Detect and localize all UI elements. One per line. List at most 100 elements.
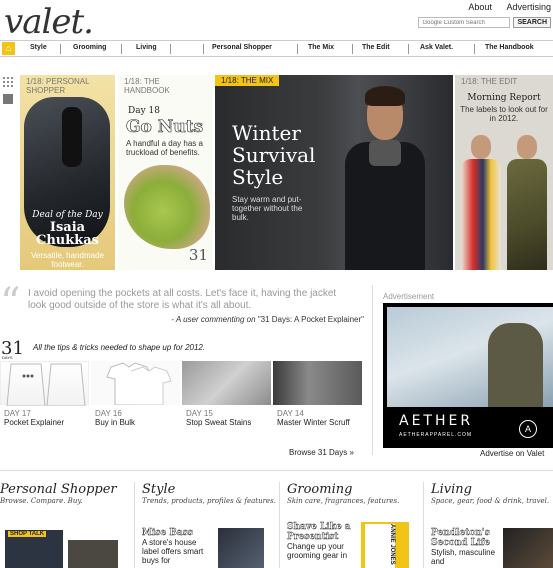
style-article-image[interactable]: [218, 528, 264, 568]
deal-title: Isaia Chukkas: [35, 220, 99, 248]
edit-title: Morning Report: [467, 93, 541, 103]
model-image: [345, 86, 425, 270]
aether-advertisement[interactable]: AETHER AETHERAPPAREL.COM A: [383, 303, 553, 448]
nav-style[interactable]: Style: [30, 44, 47, 51]
top-links: About Advertising: [456, 2, 551, 12]
day-tile[interactable]: DAY 16 Buy in Bulk: [91, 361, 180, 427]
section-title[interactable]: Style: [142, 482, 277, 497]
day-tile[interactable]: DAY 15 Stop Sweat Stains: [182, 361, 271, 427]
panel-tag: 1/18: THE MIX: [215, 75, 280, 86]
section-divider: [0, 470, 553, 471]
home-icon[interactable]: ⌂: [2, 42, 15, 55]
nav-living[interactable]: Living: [136, 44, 157, 51]
panel-tag: 1/18: THE EDIT: [461, 77, 518, 86]
site-logo[interactable]: valet.: [4, 2, 94, 42]
hero-the-mix[interactable]: 1/18: THE MIX Winter Survival Style Stay…: [215, 75, 453, 270]
section-grooming: Grooming Skin care, fragrances, features…: [287, 482, 422, 505]
grid-view-icon[interactable]: [3, 77, 13, 87]
edit-desc: The labels to look out for in 2012.: [460, 105, 548, 123]
product-label: ANNIE JONES: [365, 524, 395, 568]
tshirt-icon: [106, 362, 172, 406]
pistachio-image: [124, 165, 210, 249]
about-link[interactable]: About: [468, 2, 492, 12]
section-subtitle: Skin care, fragrances, features.: [287, 497, 400, 505]
nav-separator: [170, 44, 171, 54]
tile-caption: Stop Sweat Stains: [186, 418, 252, 427]
tile-day: DAY 17: [4, 409, 31, 418]
tile-caption: Pocket Explainer: [4, 418, 65, 427]
search-input[interactable]: [418, 17, 511, 28]
section-subtitle: Space, gear, food & drink, travel.: [431, 497, 550, 505]
model-left-image: [461, 135, 501, 270]
section-style: Style Trends, products, profiles & featu…: [142, 482, 277, 505]
style-article[interactable]: Mise Bass A store's house label offers s…: [142, 528, 214, 565]
nav-separator: [408, 44, 409, 54]
panel-tag: 1/18: PERSONAL SHOPPER: [26, 77, 90, 95]
ad-brand: AETHER: [399, 413, 474, 429]
nav-separator: [297, 44, 298, 54]
article-title: Pendleton's Second Life: [431, 528, 491, 548]
grooming-article[interactable]: Shave Like a Presentist Change up your g…: [287, 522, 359, 560]
article-desc: A store's house label offers smart buys …: [142, 538, 204, 565]
section-title[interactable]: Personal Shopper: [0, 482, 128, 497]
grooming-article-image[interactable]: ANNIE JONES: [361, 522, 409, 568]
handbook-title: Go Nuts: [126, 117, 204, 138]
handbook-31-badge: 31: [188, 246, 208, 264]
section-title[interactable]: Living: [431, 482, 553, 497]
tile-image: [273, 361, 362, 405]
hero-handbook[interactable]: 1/18: THE HANDBOOK Day 18 Go Nuts A hand…: [118, 75, 213, 270]
quote-text: I avoid opening the pockets at all costs…: [28, 288, 337, 311]
search-button[interactable]: SEARCH: [513, 17, 551, 28]
nav-separator: [121, 44, 122, 54]
quote-cite-link[interactable]: "31 Days: A Pocket Explainer": [258, 315, 364, 324]
model-coat: [507, 159, 547, 270]
main-nav: ⌂ Style Grooming Living Personal Shopper…: [0, 40, 553, 57]
31-days-tagline: All the tips & tricks needed to shape up…: [33, 343, 206, 352]
handbook-desc: A handful a day has a truckload of benef…: [126, 139, 203, 157]
mix-desc: Stay warm and put-together without the b…: [232, 195, 303, 222]
column-divider: [134, 482, 135, 568]
view-toggle: [3, 77, 13, 111]
ad-person: [488, 323, 543, 407]
living-article[interactable]: Pendleton's Second Life Stylish, masculi…: [431, 528, 499, 566]
hero-the-edit[interactable]: 1/18: THE EDIT Morning Report The labels…: [455, 75, 553, 270]
jacket-pocket-icon: [6, 363, 86, 407]
nav-the-edit[interactable]: The Edit: [362, 44, 390, 51]
nav-the-handbook[interactable]: The Handbook: [485, 44, 534, 51]
advertising-link[interactable]: Advertising: [506, 2, 551, 12]
living-article-image[interactable]: [503, 528, 553, 568]
column-divider: [279, 482, 280, 568]
nav-personal-shopper[interactable]: Personal Shopper: [212, 44, 272, 51]
quote-mark-icon: “: [0, 280, 21, 326]
nav-grooming[interactable]: Grooming: [73, 44, 106, 51]
nav-separator: [474, 44, 475, 54]
tile-day: DAY 14: [277, 409, 304, 418]
day-tile[interactable]: DAY 14 Master Winter Scruff: [273, 361, 362, 427]
deal-desc: Versatile, handmade footwear.: [31, 251, 104, 269]
hero-personal-shopper[interactable]: 1/18: PERSONAL SHOPPER Deal of the Day I…: [20, 75, 115, 270]
article-title: Shave Like a Presentist: [287, 522, 351, 542]
section-personal-shopper: Personal Shopper Browse. Compare. Buy.: [0, 482, 128, 505]
advertise-link[interactable]: Advertise on Valet: [480, 449, 544, 458]
shop-talk-image[interactable]: SHOP TALK: [5, 530, 63, 568]
31-days-logo-sub: DAYS: [2, 355, 13, 360]
nav-the-mix[interactable]: The Mix: [308, 44, 334, 51]
day-tile[interactable]: DAY 17 Pocket Explainer: [0, 361, 89, 427]
section-title[interactable]: Grooming: [287, 482, 422, 497]
model-right-image: [507, 135, 547, 270]
section-living: Living Space, gear, food & drink, travel…: [431, 482, 553, 505]
column-divider: [372, 285, 373, 455]
nav-separator: [60, 44, 61, 54]
single-view-icon[interactable]: [3, 94, 13, 104]
tile-image: [182, 361, 271, 405]
tile-caption: Master Winter Scruff: [277, 418, 350, 427]
shop-product-image[interactable]: [68, 540, 118, 568]
model-head: [471, 135, 491, 159]
tile-day: DAY 15: [186, 409, 213, 418]
tile-day: DAY 16: [95, 409, 122, 418]
handbook-day: Day 18: [128, 106, 160, 116]
nav-ask-valet[interactable]: Ask Valet.: [420, 44, 453, 51]
article-desc: Change up your grooming gear in: [287, 542, 348, 560]
browse-31-days-link[interactable]: Browse 31 Days »: [289, 448, 354, 457]
aether-logo-icon: A: [519, 420, 537, 438]
